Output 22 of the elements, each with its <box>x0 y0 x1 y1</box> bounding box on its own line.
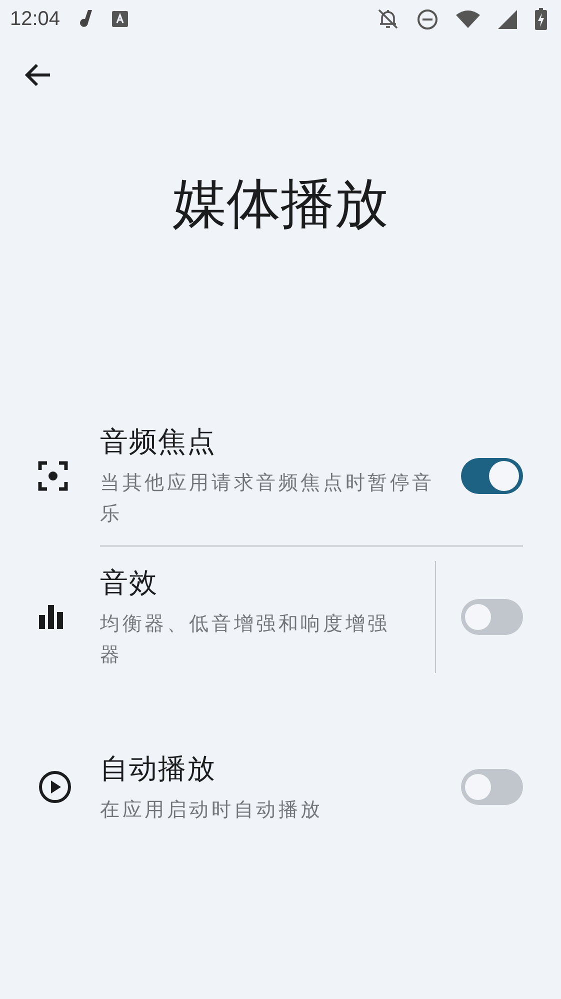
back-arrow-icon <box>24 63 52 87</box>
toggle-switch[interactable] <box>461 458 523 494</box>
setting-title: 音频焦点 <box>100 424 217 460</box>
setting-description: 均衡器、低音增强和响度增强器 <box>100 611 391 668</box>
page-title: 媒体播放 <box>172 171 388 237</box>
setting-title: 自动播放 <box>100 750 217 786</box>
bell-off-icon <box>377 8 399 30</box>
music-note-icon <box>78 9 94 29</box>
signal-icon <box>498 10 517 28</box>
play-circle-icon <box>38 770 72 804</box>
setting-description: 在应用启动时自动播放 <box>100 796 324 822</box>
do-not-disturb-icon <box>417 8 438 30</box>
focus-icon <box>38 461 68 491</box>
keyboard-app-icon <box>112 11 128 27</box>
toggle-switch[interactable] <box>461 599 523 635</box>
battery-charging-icon <box>535 8 547 30</box>
bar-chart-icon <box>38 604 64 630</box>
toggle-switch[interactable] <box>461 769 523 805</box>
setting-description: 当其他应用请求音频焦点时暂停音乐 <box>100 470 436 527</box>
wifi-icon <box>456 10 480 28</box>
setting-title: 音效 <box>100 565 159 601</box>
status-time: 12:04 <box>10 8 60 30</box>
